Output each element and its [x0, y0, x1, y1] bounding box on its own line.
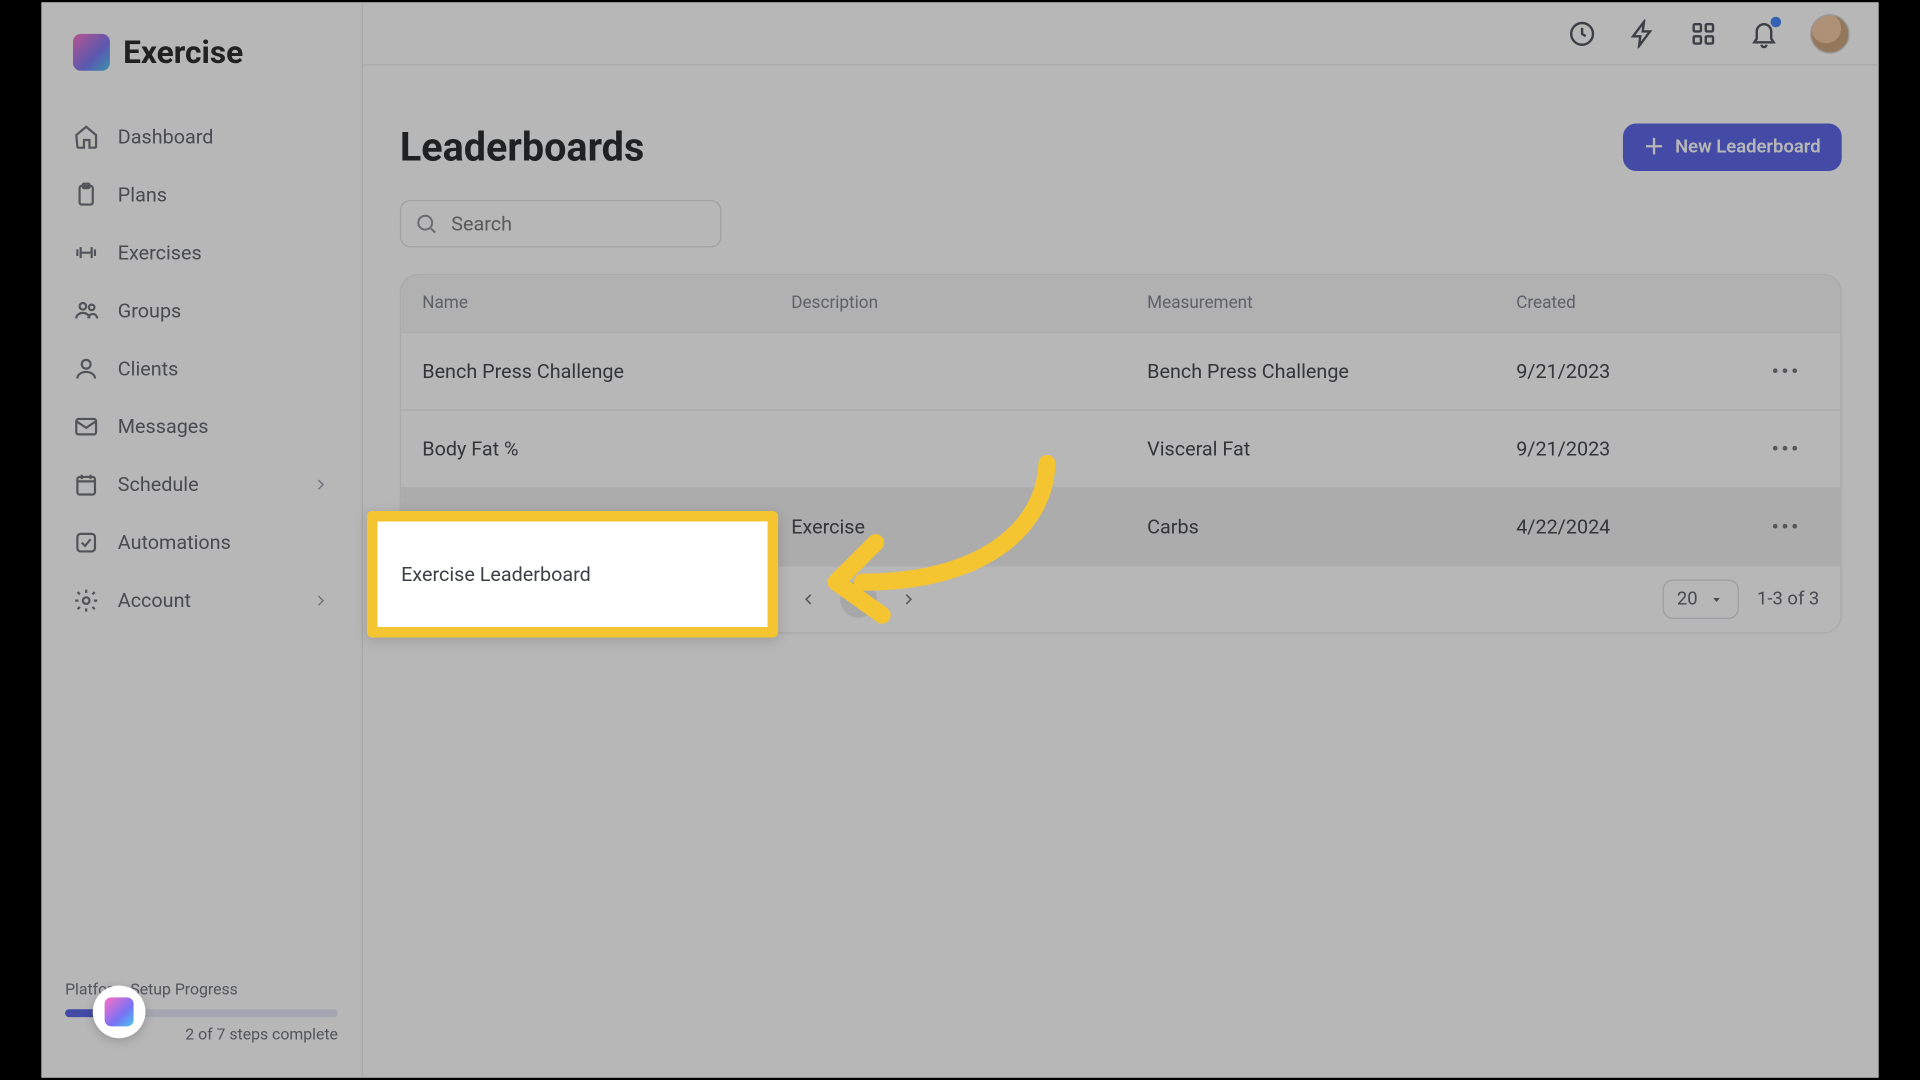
- column-header: Name: [422, 294, 791, 314]
- prev-page-button[interactable]: [790, 581, 827, 618]
- table-header: Name Description Measurement Created: [401, 275, 1840, 332]
- dumbbell-icon: [73, 239, 99, 265]
- cell-created: 9/21/2023: [1516, 437, 1740, 461]
- home-icon: [73, 124, 99, 150]
- bolt-icon[interactable]: [1628, 19, 1657, 48]
- sidebar-item-exercises[interactable]: Exercises: [55, 226, 349, 279]
- column-header: Measurement: [1147, 294, 1516, 314]
- page-range: 1-3 of 3: [1757, 589, 1819, 610]
- sidebar-item-automations[interactable]: Automations: [55, 516, 349, 569]
- cell-name: Body Fat %: [422, 437, 791, 461]
- next-page-button[interactable]: [890, 581, 927, 618]
- sidebar-item-messages[interactable]: Messages: [55, 400, 349, 453]
- gear-icon: [73, 587, 99, 613]
- user-icon: [73, 355, 99, 381]
- plus-icon: ＋: [1643, 137, 1664, 158]
- brand-name: Exercise: [123, 34, 243, 71]
- caret-down-icon: [1708, 591, 1724, 607]
- brand-logo-icon: [105, 997, 134, 1026]
- sidebar-item-label: Groups: [118, 299, 181, 323]
- apps-icon[interactable]: [1689, 19, 1718, 48]
- page-size: 20 1-3 of 3: [1662, 580, 1819, 620]
- setup-progress-badge[interactable]: [93, 985, 146, 1038]
- page-size-select[interactable]: 20: [1662, 580, 1738, 620]
- sidebar-item-label: Dashboard: [118, 125, 214, 149]
- sidebar-item-plans[interactable]: Plans: [55, 168, 349, 221]
- groups-icon: [73, 297, 99, 323]
- sidebar-item-dashboard[interactable]: Dashboard: [55, 110, 349, 163]
- column-header: Created: [1516, 294, 1740, 314]
- mail-icon: [73, 413, 99, 439]
- callout-label: Exercise Leaderboard: [401, 562, 591, 586]
- highlight-callout: Exercise Leaderboard: [367, 511, 778, 638]
- row-actions-icon[interactable]: •••: [1772, 437, 1820, 461]
- search-icon: [414, 212, 438, 236]
- sidebar-item-label: Clients: [118, 357, 179, 381]
- brand-logo-icon: [73, 34, 110, 71]
- sidebar-item-account[interactable]: Account: [55, 574, 349, 627]
- brand: Exercise: [41, 26, 361, 100]
- cell-measurement: Visceral Fat: [1147, 437, 1516, 461]
- table-row[interactable]: Bench Press Challenge Bench Press Challe…: [401, 332, 1840, 410]
- current-page[interactable]: 1: [840, 581, 877, 618]
- row-actions-icon[interactable]: •••: [1772, 515, 1820, 539]
- sidebar-item-clients[interactable]: Clients: [55, 342, 349, 395]
- notification-dot-icon: [1771, 16, 1782, 27]
- sidebar-item-groups[interactable]: Groups: [55, 284, 349, 337]
- cell-created: 9/21/2023: [1516, 359, 1740, 383]
- chevron-right-icon: [312, 591, 330, 609]
- sidebar-nav: Dashboard Plans Exercises: [41, 100, 361, 638]
- sidebar-item-label: Plans: [118, 183, 167, 207]
- search-input[interactable]: [451, 212, 713, 236]
- page-size-value: 20: [1677, 589, 1698, 610]
- topbar: [363, 2, 1879, 65]
- page-header: Leaderboards ＋ New Leaderboard: [400, 124, 1842, 171]
- cell-name: Bench Press Challenge: [422, 359, 791, 383]
- app-window: Exercise Dashboard Plans: [41, 2, 1878, 1077]
- page-title: Leaderboards: [400, 124, 644, 170]
- chevron-right-icon: [312, 475, 330, 493]
- cell-measurement: Bench Press Challenge: [1147, 359, 1516, 383]
- table-row[interactable]: Body Fat % Visceral Fat 9/21/2023 •••: [401, 410, 1840, 488]
- cell-created: 4/22/2024: [1516, 515, 1740, 539]
- sidebar-item-label: Account: [118, 589, 191, 613]
- sidebar-item-label: Exercises: [118, 241, 202, 265]
- clipboard-icon: [73, 182, 99, 208]
- button-label: New Leaderboard: [1675, 137, 1821, 158]
- setup-progress: Platform Setup Progress 2 of 7 steps com…: [41, 980, 361, 1054]
- avatar[interactable]: [1810, 13, 1850, 53]
- bell-icon[interactable]: [1749, 19, 1778, 48]
- check-square-icon: [73, 529, 99, 555]
- new-leaderboard-button[interactable]: ＋ New Leaderboard: [1622, 124, 1841, 171]
- sidebar-item-label: Messages: [118, 415, 209, 439]
- column-header: Description: [791, 294, 1147, 314]
- cell-description: Exercise: [791, 515, 1147, 539]
- sidebar-item-label: Schedule: [118, 473, 199, 497]
- pager: 1: [790, 581, 927, 618]
- sidebar: Exercise Dashboard Plans: [41, 2, 363, 1077]
- sidebar-item-schedule[interactable]: Schedule: [55, 458, 349, 511]
- search-input-wrapper[interactable]: [400, 200, 722, 247]
- sidebar-item-label: Automations: [118, 531, 231, 555]
- cell-measurement: Carbs: [1147, 515, 1516, 539]
- row-actions-icon[interactable]: •••: [1772, 359, 1820, 383]
- clock-icon[interactable]: [1568, 19, 1597, 48]
- calendar-icon: [73, 471, 99, 497]
